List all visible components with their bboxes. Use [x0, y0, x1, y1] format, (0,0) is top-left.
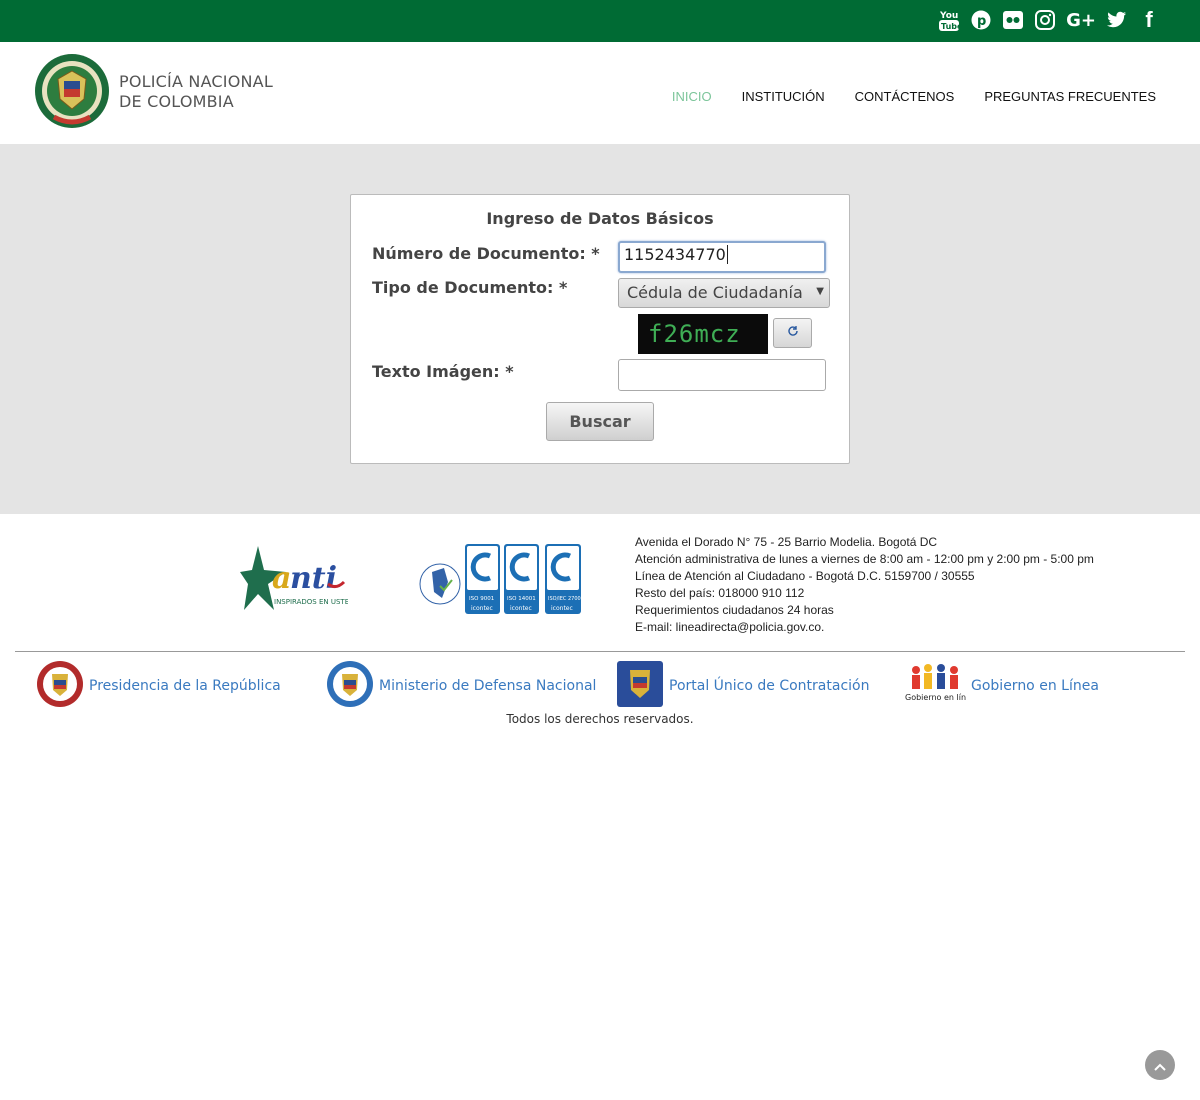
site-header: POLICÍA NACIONAL DE COLOMBIA INICIO INST… [0, 42, 1200, 144]
captcha-refresh-button[interactable] [773, 318, 812, 348]
anti-logo: a nti INSPIRADOS EN USTED [240, 544, 355, 614]
contact-email[interactable]: E-mail: lineadirecta@policia.gov.co. [635, 619, 1094, 636]
top-bar: YouTube p G+ f [0, 0, 1200, 42]
doc-number-input[interactable]: 1152434770 [618, 241, 826, 273]
instagram-icon[interactable] [1034, 8, 1056, 32]
brand-line-1: POLICÍA NACIONAL [119, 72, 273, 91]
chevron-up-icon [1154, 1056, 1166, 1075]
social-links: YouTube p G+ f [938, 7, 1160, 32]
police-crest-logo[interactable] [34, 53, 110, 129]
doc-type-select[interactable]: Cédula de Ciudadanía ▼ [618, 278, 830, 308]
facebook-icon[interactable]: f [1138, 7, 1160, 32]
youtube-icon[interactable]: YouTube [938, 8, 960, 32]
contact-bogota-line: Línea de Atención al Ciudadano - Bogotá … [635, 569, 975, 583]
twitter-icon[interactable] [1106, 8, 1128, 32]
svg-text:nti: nti [290, 561, 337, 596]
link-portal-contratacion-label[interactable]: Portal Único de Contratación [669, 678, 869, 694]
link-mindefensa-label[interactable]: Ministerio de Defensa Nacional [379, 678, 596, 694]
svg-text:p: p [977, 14, 986, 29]
gobierno-en-linea-icon: Gobierno en línea [904, 660, 976, 712]
contact-info: Avenida el Dorado N° 75 - 25 Barrio Mode… [635, 534, 1094, 636]
scroll-to-top-button[interactable] [1145, 1050, 1175, 1080]
anti-logo-tagline: INSPIRADOS EN USTED [274, 598, 348, 606]
flickr-icon[interactable] [1002, 8, 1024, 32]
doc-number-label: Número de Documento: * [372, 244, 600, 263]
footer-divider [15, 651, 1185, 652]
search-button[interactable]: Buscar [546, 402, 654, 441]
svg-text:You: You [939, 11, 958, 21]
copyright-notice: Todos los derechos reservados. [506, 712, 694, 726]
google-plus-icon[interactable]: G+ [1066, 8, 1096, 32]
iso-27001-label: ISO/IEC 27001 [548, 596, 584, 602]
portal-contratacion-icon [616, 660, 664, 712]
icontec-label-1: icontec [471, 605, 493, 612]
pinterest-icon[interactable]: p [970, 8, 992, 32]
contact-address: Avenida el Dorado N° 75 - 25 Barrio Mode… [635, 535, 938, 549]
contact-national-line: Resto del país: 018000 910 112 [635, 586, 805, 600]
contact-hours: Atención administrativa de lunes a viern… [635, 552, 1094, 566]
form-title: Ingreso de Datos Básicos [486, 209, 714, 228]
iso-9001-label: ISO 9001 [469, 596, 494, 602]
content-band: Ingreso de Datos Básicos Número de Docum… [0, 144, 1200, 514]
doc-number-value: 1152434770 [624, 245, 726, 264]
link-portal-contratacion[interactable]: Portal Único de Contratación [616, 661, 869, 711]
nav-inicio[interactable]: INICIO [672, 89, 712, 104]
mindefensa-seal-icon [326, 660, 374, 712]
svg-text:a: a [272, 561, 291, 596]
contact-24h: Requerimientos ciudadanos 24 horas [635, 603, 834, 617]
link-presidencia[interactable]: Presidencia de la República [36, 661, 281, 711]
main-nav: INICIO INSTITUCIÓN CONTÁCTENOS PREGUNTAS… [672, 89, 1156, 104]
text-cursor [726, 245, 728, 264]
doc-type-selected: Cédula de Ciudadanía [627, 283, 803, 302]
refresh-icon [787, 325, 799, 341]
doc-type-label: Tipo de Documento: * [372, 278, 568, 297]
link-gobierno-en-linea-label[interactable]: Gobierno en Línea [971, 678, 1099, 694]
government-links: Presidencia de la República Ministerio d… [0, 661, 1200, 711]
link-presidencia-label[interactable]: Presidencia de la República [89, 678, 281, 694]
presidencia-seal-icon [36, 660, 84, 712]
captcha-image: f26mcz [638, 314, 768, 354]
captcha-input[interactable] [618, 359, 826, 391]
brand-line-2: DE COLOMBIA [119, 92, 234, 111]
nav-institucion[interactable]: INSTITUCIÓN [742, 89, 825, 104]
search-form-panel: Ingreso de Datos Básicos Número de Docum… [350, 194, 850, 464]
icontec-label-2: icontec [510, 605, 532, 612]
brand-name: POLICÍA NACIONAL DE COLOMBIA [119, 72, 273, 112]
iso-certifications-logo: ISO 9001 ISO 14001 ISO/IEC 27001 icontec… [418, 542, 584, 622]
link-mindefensa[interactable]: Ministerio de Defensa Nacional [326, 661, 596, 711]
dropdown-arrow-icon: ▼ [816, 286, 824, 297]
nav-contactenos[interactable]: CONTÁCTENOS [855, 89, 955, 104]
link-gobierno-en-linea[interactable]: Gobierno en línea Gobierno en Línea [904, 661, 1099, 711]
captcha-input-label: Texto Imágen: * [372, 362, 514, 381]
nav-preguntas-frecuentes[interactable]: PREGUNTAS FRECUENTES [984, 89, 1156, 104]
icontec-label-3: icontec [551, 605, 573, 612]
iso-14001-label: ISO 14001 [507, 596, 536, 602]
svg-text:Tube: Tube [941, 22, 959, 31]
gobierno-en-linea-logo-text: Gobierno en línea [905, 693, 966, 702]
